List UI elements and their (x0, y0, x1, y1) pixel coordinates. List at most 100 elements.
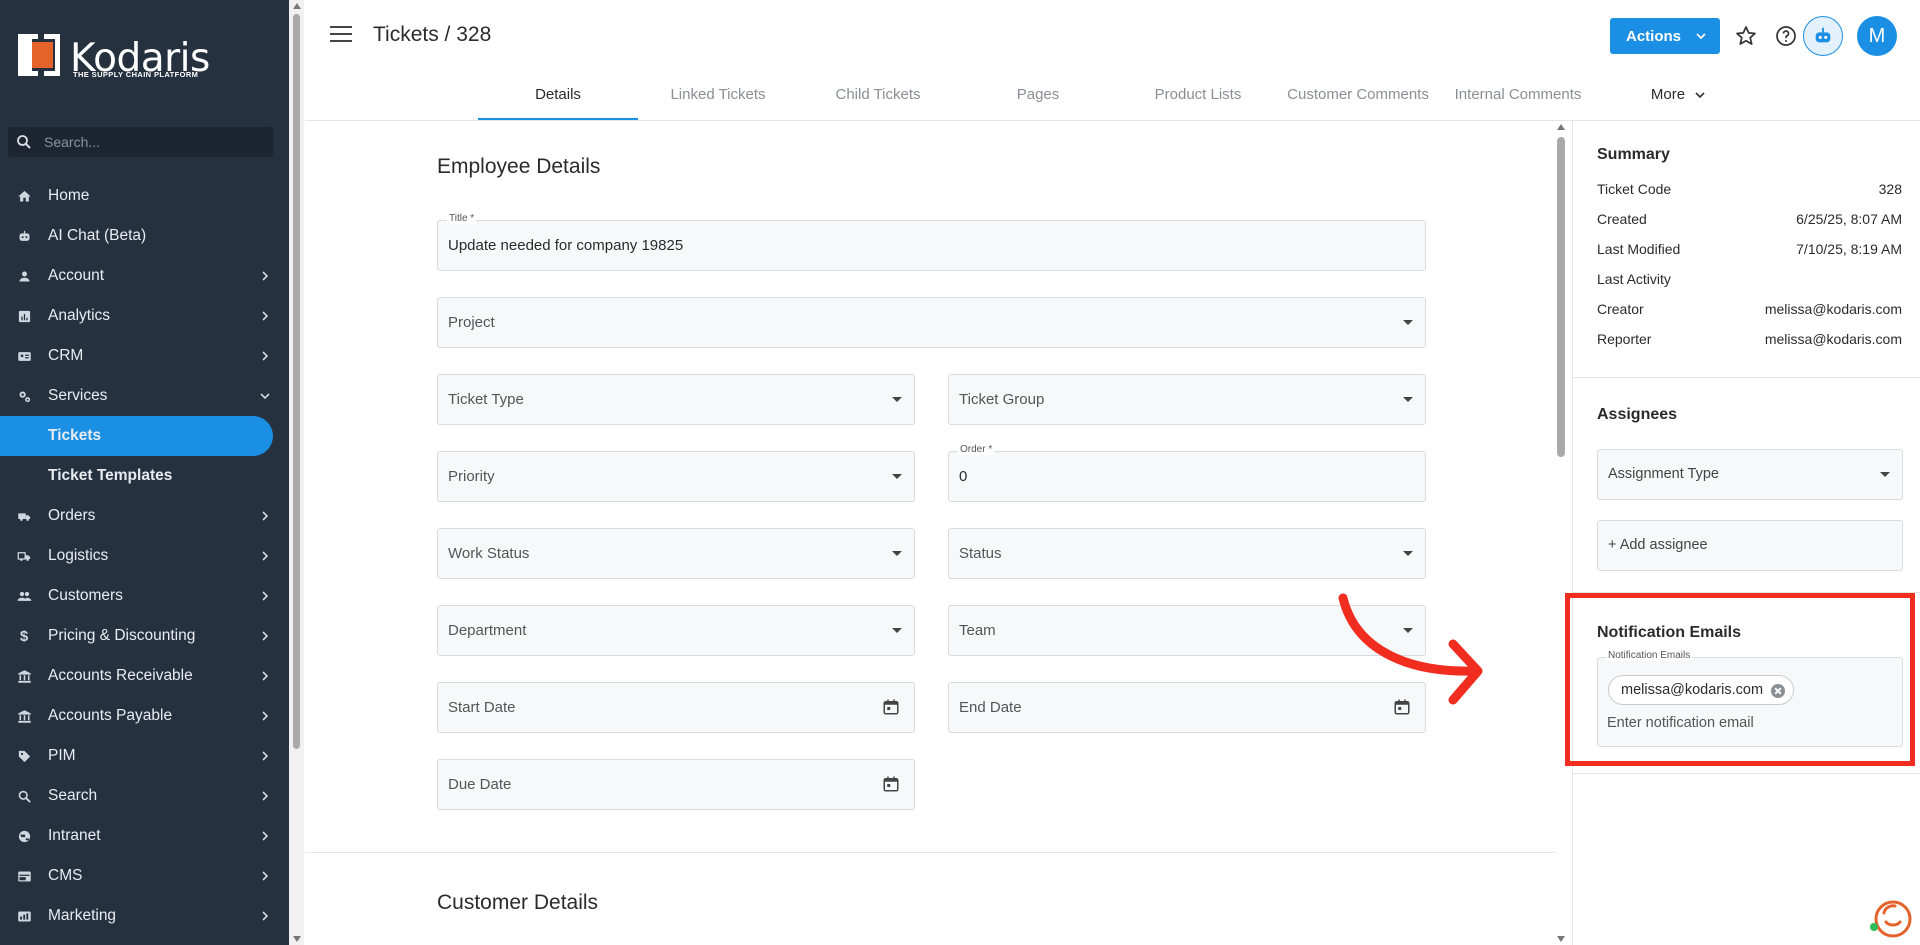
summary-row-last-modified: Last Modified 7/10/25, 8:19 AM (1597, 241, 1902, 261)
main-scrollbar[interactable] (1554, 121, 1568, 945)
bank-icon (16, 668, 32, 684)
sidebar-item-logistics[interactable]: Logistics (0, 536, 289, 576)
add-assignee-button[interactable]: + Add assignee (1597, 520, 1903, 571)
summary-value: melissa@kodaris.com (1764, 301, 1902, 317)
sidebar-item-label: Logistics (48, 547, 109, 564)
sidebar-item-analytics[interactable]: Analytics (0, 296, 289, 336)
project-select[interactable]: Project (437, 297, 1426, 348)
chat-support-icon[interactable] (1866, 895, 1914, 943)
sidebar-item-home[interactable]: Home (0, 176, 289, 216)
start-date-placeholder: Start Date (448, 699, 516, 716)
sidebar-item-label: Ticket Templates (48, 467, 173, 484)
sidebar-item-accounts-payable[interactable]: Accounts Payable (0, 696, 289, 736)
start-date-field[interactable]: Start Date (437, 682, 915, 733)
tab-bar: Details Linked Tickets Child Tickets Pag… (478, 80, 1758, 120)
order-field-label: Order * (958, 444, 995, 455)
scrollbar-thumb[interactable] (1557, 137, 1565, 457)
sidebar-item-marketing[interactable]: Marketing (0, 896, 289, 936)
sidebar-search-input[interactable] (44, 127, 264, 157)
sidebar-item-customers[interactable]: Customers (0, 576, 289, 616)
section-divider (305, 852, 1555, 853)
title-field[interactable]: Title * Update needed for company 19825 (437, 213, 1426, 271)
actions-button-label: Actions (1626, 27, 1682, 45)
ticket-group-select[interactable]: Ticket Group (948, 374, 1426, 425)
summary-value: 328 (1878, 181, 1902, 197)
sidebar-scrollbar[interactable] (289, 0, 304, 945)
summary-value: 7/10/25, 8:19 AM (1796, 241, 1902, 257)
priority-select[interactable]: Priority (437, 451, 915, 502)
scroll-up-arrow-icon[interactable] (293, 3, 301, 9)
work-status-select[interactable]: Work Status (437, 528, 915, 579)
summary-key: Created (1597, 211, 1647, 227)
sidebar-item-accounts-receivable[interactable]: Accounts Receivable (0, 656, 289, 696)
scroll-up-arrow-icon[interactable] (1557, 124, 1565, 130)
sidebar-item-services[interactable]: Services (0, 376, 289, 416)
user-avatar[interactable]: M (1857, 16, 1897, 56)
tab-product-lists[interactable]: Product Lists (1118, 80, 1278, 120)
person-icon (16, 268, 32, 284)
chevron-down-icon (260, 393, 270, 400)
hamburger-menu-icon[interactable] (330, 26, 352, 46)
page-title: Tickets / 328 (373, 23, 492, 46)
sidebar-item-account[interactable]: Account (0, 256, 289, 296)
chevron-right-icon (262, 871, 269, 881)
sidebar-item-label: Customers (48, 587, 123, 604)
dropdown-arrow-icon (1403, 551, 1413, 556)
ticket-type-select[interactable]: Ticket Type (437, 374, 915, 425)
tab-customer-comments[interactable]: Customer Comments (1278, 80, 1438, 120)
calendar-icon[interactable] (882, 698, 900, 716)
sidebar-item-orders[interactable]: Orders (0, 496, 289, 536)
summary-key: Ticket Code (1597, 181, 1672, 197)
tab-internal-comments[interactable]: Internal Comments (1438, 80, 1598, 120)
sidebar-item-ai-chat[interactable]: AI Chat (Beta) (0, 216, 289, 256)
tab-more[interactable]: More (1598, 80, 1758, 120)
sidebar-item-intranet[interactable]: Intranet (0, 816, 289, 856)
highlight-box (1565, 593, 1915, 766)
sidebar-item-cms[interactable]: CMS (0, 856, 289, 896)
customer-details-heading: Customer Details (437, 891, 599, 914)
kodaris-logo[interactable]: Kodaris THE SUPPLY CHAIN PLATFORM (18, 34, 210, 84)
sidebar-item-crm[interactable]: CRM (0, 336, 289, 376)
due-date-field[interactable]: Due Date (437, 759, 915, 810)
department-select[interactable]: Department (437, 605, 915, 656)
ai-assistant-button[interactable] (1803, 16, 1843, 56)
ticket-group-placeholder: Ticket Group (959, 391, 1045, 408)
scroll-down-arrow-icon[interactable] (293, 936, 301, 942)
dropdown-arrow-icon (892, 397, 902, 402)
chevron-right-icon (262, 831, 269, 841)
chevron-right-icon (262, 591, 269, 601)
order-field[interactable]: Order * 0 (948, 444, 1426, 502)
sidebar-item-pim[interactable]: PIM (0, 736, 289, 776)
actions-button[interactable]: Actions (1610, 18, 1720, 54)
scroll-down-arrow-icon[interactable] (1557, 936, 1565, 942)
tab-linked-tickets[interactable]: Linked Tickets (638, 80, 798, 120)
chevron-down-icon (1695, 92, 1705, 99)
sidebar-item-search[interactable]: Search (0, 776, 289, 816)
dropdown-arrow-icon (892, 551, 902, 556)
sidebar-item-label: Services (48, 387, 108, 404)
assignment-type-select[interactable]: Assignment Type (1597, 449, 1903, 500)
tab-pages[interactable]: Pages (958, 80, 1118, 120)
tab-details[interactable]: Details (478, 80, 638, 120)
sidebar-item-label: Orders (48, 507, 96, 524)
add-assignee-label: + Add assignee (1608, 537, 1708, 553)
scrollbar-thumb[interactable] (293, 14, 300, 749)
sidebar-item-pricing[interactable]: $ Pricing & Discounting (0, 616, 289, 656)
sidebar-item-label: Account (48, 267, 105, 284)
sidebar-item-ticket-templates[interactable]: Ticket Templates (0, 456, 289, 496)
star-icon[interactable] (1734, 24, 1758, 48)
sidebar-item-tickets[interactable]: Tickets (0, 416, 273, 456)
sidebar-item-label: Analytics (48, 307, 111, 324)
calendar-icon[interactable] (882, 775, 900, 793)
sidebar-item-label: Intranet (48, 827, 101, 844)
help-icon[interactable] (1774, 24, 1798, 48)
tab-child-tickets[interactable]: Child Tickets (798, 80, 958, 120)
title-field-value: Update needed for company 19825 (448, 237, 684, 254)
department-placeholder: Department (448, 622, 527, 639)
logo-tagline: THE SUPPLY CHAIN PLATFORM (73, 70, 199, 79)
work-status-placeholder: Work Status (448, 545, 530, 562)
status-select[interactable]: Status (948, 528, 1426, 579)
due-date-placeholder: Due Date (448, 776, 512, 793)
title-field-label: Title * (447, 213, 477, 224)
sidebar-nav: Home AI Chat (Beta) Account Analytics CR… (0, 176, 289, 936)
